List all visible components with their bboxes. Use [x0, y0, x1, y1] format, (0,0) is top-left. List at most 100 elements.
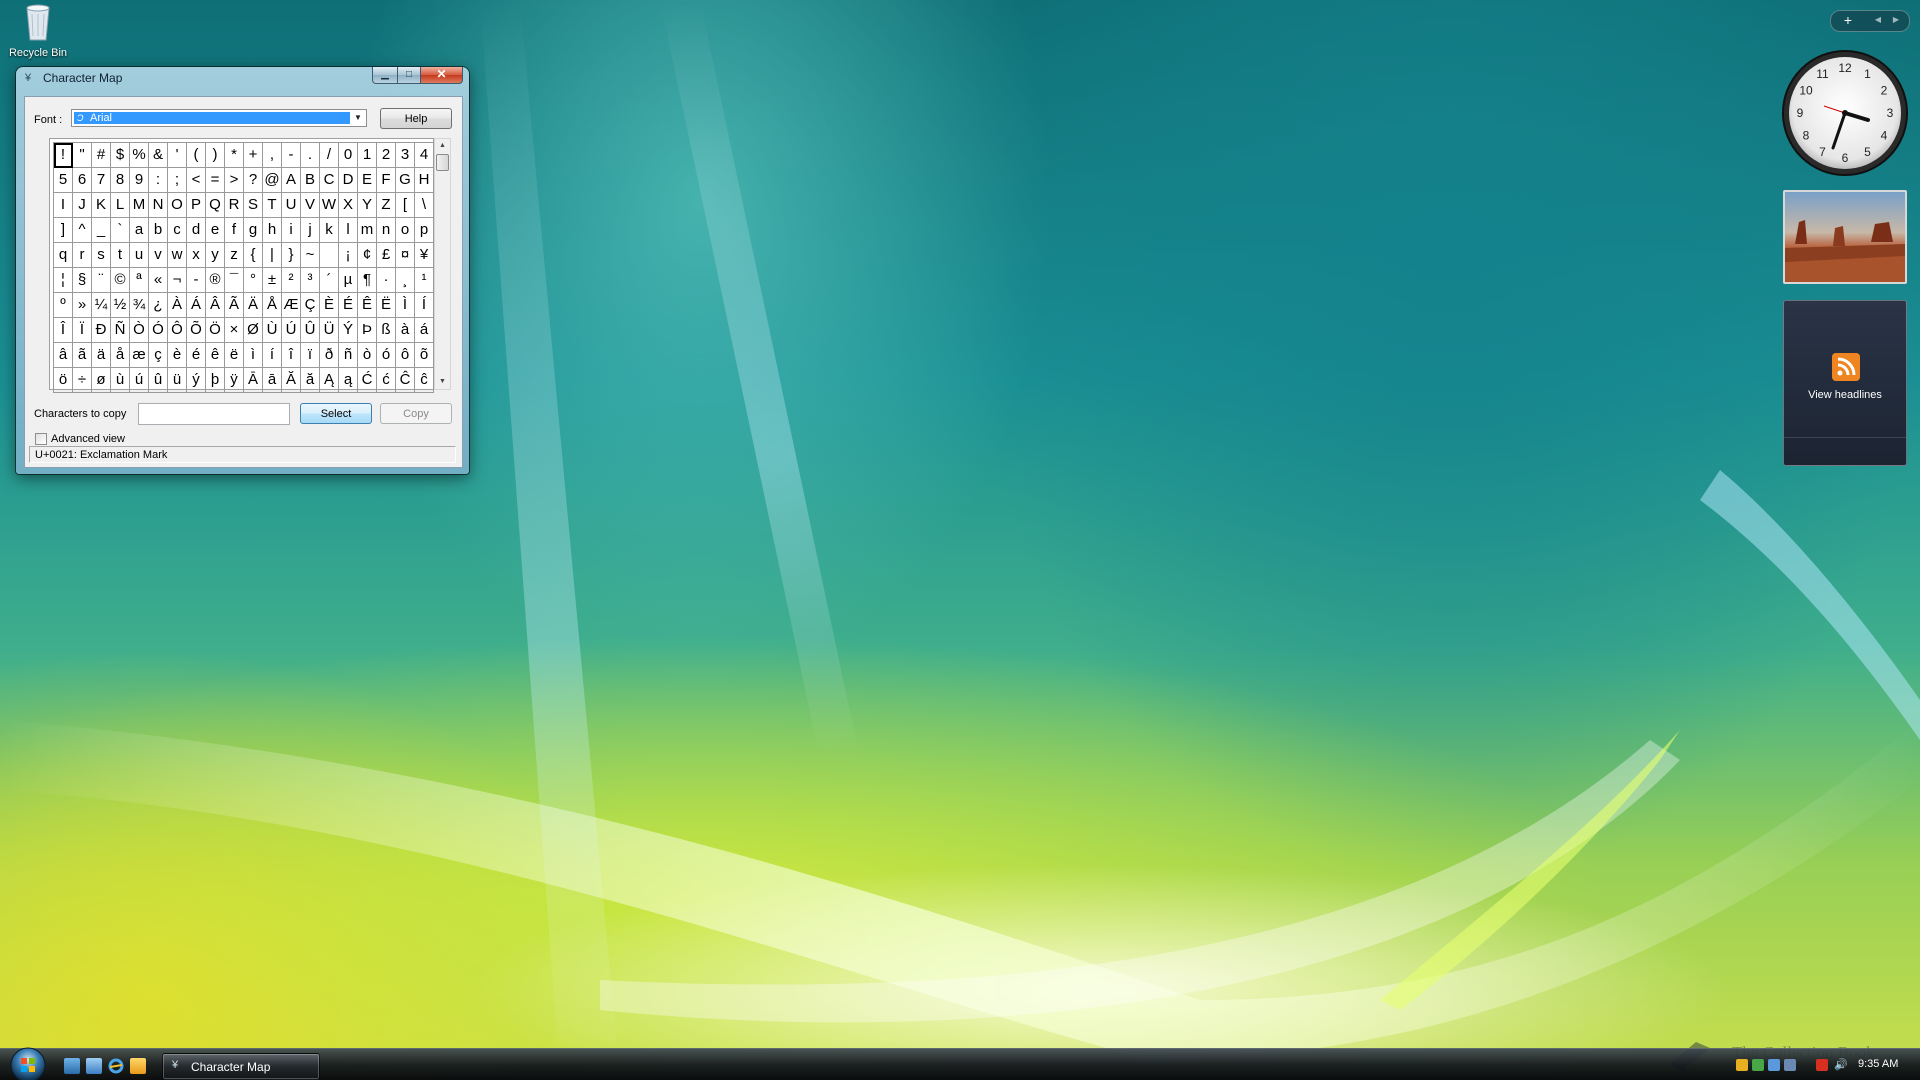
character-cell[interactable]: Ó — [149, 318, 168, 343]
character-cell[interactable]: Ñ — [111, 318, 130, 343]
character-cell[interactable]: ¼ — [92, 293, 111, 318]
character-cell[interactable]: ø — [92, 368, 111, 393]
character-cell[interactable]: Ã — [225, 293, 244, 318]
character-cell[interactable]: Ý — [339, 318, 358, 343]
character-grid-scrollbar[interactable]: ▲ ▼ — [434, 138, 451, 390]
character-cell[interactable]: Ç — [301, 293, 320, 318]
character-cell[interactable]: @ — [263, 168, 282, 193]
character-cell[interactable]: $ — [111, 143, 130, 168]
character-cell[interactable]: , — [263, 143, 282, 168]
character-cell[interactable]: ó — [377, 343, 396, 368]
character-cell[interactable]: * — [225, 143, 244, 168]
character-cell[interactable]: £ — [377, 243, 396, 268]
character-cell[interactable]: É — [339, 293, 358, 318]
start-orb-icon[interactable] — [8, 1046, 48, 1080]
character-cell[interactable]: Ù — [263, 318, 282, 343]
character-cell[interactable]: ¸ — [396, 268, 415, 293]
character-cell[interactable]: Ĉ — [396, 368, 415, 393]
character-cell[interactable]: t — [111, 243, 130, 268]
character-cell[interactable]: o — [396, 218, 415, 243]
character-cell[interactable]: Þ — [358, 318, 377, 343]
character-cell[interactable]: Á — [187, 293, 206, 318]
help-button[interactable]: Help — [380, 108, 452, 129]
character-cell[interactable]: ! — [54, 143, 73, 168]
character-cell[interactable]: r — [73, 243, 92, 268]
character-cell[interactable]: ¹ — [415, 268, 434, 293]
character-cell[interactable]: ¡ — [339, 243, 358, 268]
character-cell[interactable]: Ë — [377, 293, 396, 318]
recycle-bin[interactable]: Recycle Bin — [6, 2, 70, 59]
character-cell[interactable]: ± — [263, 268, 282, 293]
character-cell[interactable]: i — [282, 218, 301, 243]
character-cell[interactable]: h — [263, 218, 282, 243]
character-cell[interactable]: b — [149, 218, 168, 243]
alert-icon[interactable] — [1816, 1059, 1828, 1071]
character-cell[interactable]: ¦ — [54, 268, 73, 293]
character-cell[interactable]: 3 — [396, 143, 415, 168]
character-cell[interactable]: u — [130, 243, 149, 268]
character-cell[interactable]: L — [111, 193, 130, 218]
character-cell[interactable]: ì — [244, 343, 263, 368]
character-cell[interactable]: » — [73, 293, 92, 318]
character-cell[interactable]: ñ — [339, 343, 358, 368]
slideshow-gadget[interactable] — [1783, 190, 1907, 284]
scroll-down-icon[interactable]: ▼ — [435, 375, 450, 389]
character-cell[interactable]: õ — [415, 343, 434, 368]
character-cell[interactable]: ù — [111, 368, 130, 393]
network-icon[interactable] — [1752, 1059, 1764, 1071]
character-cell[interactable]: þ — [206, 368, 225, 393]
character-cell[interactable]: S — [244, 193, 263, 218]
advanced-view-checkbox[interactable] — [35, 433, 47, 445]
character-cell[interactable]: ¥ — [415, 243, 434, 268]
character-cell[interactable]: d — [187, 218, 206, 243]
character-cell[interactable]: ¤ — [396, 243, 415, 268]
character-cell[interactable]: ; — [168, 168, 187, 193]
character-cell[interactable]: K — [92, 193, 111, 218]
character-cell[interactable]: ï — [301, 343, 320, 368]
character-cell[interactable]: È — [320, 293, 339, 318]
character-cell[interactable]: ^ — [73, 218, 92, 243]
character-cell[interactable]: ª — [130, 268, 149, 293]
character-cell[interactable]: ú — [130, 368, 149, 393]
character-cell[interactable]: Ô — [168, 318, 187, 343]
character-cell[interactable]: > — [225, 168, 244, 193]
character-cell[interactable]: I — [54, 193, 73, 218]
character-cell[interactable]: × — [225, 318, 244, 343]
character-cell[interactable]: 6 — [73, 168, 92, 193]
character-cell[interactable]: 0 — [339, 143, 358, 168]
character-cell[interactable]: F — [377, 168, 396, 193]
chevron-down-icon[interactable]: ▼ — [350, 110, 366, 126]
character-cell[interactable]: 5 — [54, 168, 73, 193]
character-cell[interactable]: º — [54, 293, 73, 318]
character-cell[interactable]: R — [225, 193, 244, 218]
character-map-window[interactable]: ¥ Character Map ▁ □ ✕ Font : Ɔ Arial ▼ H… — [16, 67, 469, 474]
character-cell[interactable]: © — [111, 268, 130, 293]
character-cell[interactable]: E — [358, 168, 377, 193]
character-cell[interactable]: [ — [396, 193, 415, 218]
character-cell[interactable]: û — [149, 368, 168, 393]
character-cell[interactable]: ö — [54, 368, 73, 393]
character-cell[interactable]: ü — [168, 368, 187, 393]
character-cell[interactable]: Ú — [282, 318, 301, 343]
volume-icon[interactable]: 🔊 — [1834, 1059, 1848, 1071]
character-cell[interactable]: _ — [92, 218, 111, 243]
feed-headlines-gadget[interactable]: View headlines — [1783, 300, 1907, 466]
character-cell[interactable]: Ê — [358, 293, 377, 318]
character-cell[interactable]: 7 — [92, 168, 111, 193]
character-cell[interactable]: Y — [358, 193, 377, 218]
character-cell[interactable]: Ć — [358, 368, 377, 393]
character-cell[interactable]: Ą — [320, 368, 339, 393]
character-cell[interactable]: ć — [377, 368, 396, 393]
character-cell[interactable]: ® — [206, 268, 225, 293]
character-cell[interactable]: } — [282, 243, 301, 268]
character-cell[interactable]: m — [358, 218, 377, 243]
character-cell[interactable]: z — [225, 243, 244, 268]
character-cell[interactable]: ë — [225, 343, 244, 368]
character-cell[interactable]: % — [130, 143, 149, 168]
character-cell[interactable]: è — [168, 343, 187, 368]
character-cell[interactable]: A — [282, 168, 301, 193]
character-cell[interactable]: ) — [206, 143, 225, 168]
character-cell[interactable]: Ö — [206, 318, 225, 343]
character-cell[interactable]: P — [187, 193, 206, 218]
character-cell[interactable]: á — [415, 318, 434, 343]
